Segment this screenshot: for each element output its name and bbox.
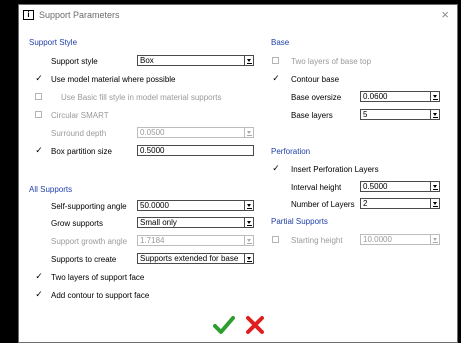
self-supporting-angle-value: 50.0000 bbox=[140, 201, 169, 210]
grow-supports-value: Small only bbox=[140, 218, 177, 227]
number-of-layers-field[interactable]: 2 bbox=[360, 198, 440, 209]
section-all-supports: All Supports bbox=[29, 185, 73, 194]
box-partition-checkbox[interactable]: ✓ bbox=[35, 146, 43, 155]
title-bar[interactable]: i Support Parameters × bbox=[19, 5, 457, 27]
two-layers-top-checkbox[interactable] bbox=[272, 57, 279, 64]
contour-base-label: Contour base bbox=[291, 75, 340, 84]
support-style-label: Support style bbox=[51, 57, 98, 66]
base-oversize-label: Base oversize bbox=[291, 93, 342, 102]
starting-height-field[interactable]: 10.0000 bbox=[360, 234, 440, 245]
insert-perforation-label: Insert Perforation Layers bbox=[291, 165, 379, 174]
grow-supports-select[interactable]: Small only bbox=[137, 217, 254, 228]
chevron-down-icon[interactable] bbox=[430, 110, 439, 119]
two-layers-face-checkbox[interactable]: ✓ bbox=[35, 272, 43, 281]
chevron-down-icon[interactable] bbox=[244, 218, 253, 227]
number-of-layers-value: 2 bbox=[363, 199, 368, 208]
insert-perforation-checkbox[interactable]: ✓ bbox=[272, 164, 280, 173]
basic-fill-label: Use Basic fill style in model material s… bbox=[61, 93, 222, 102]
add-contour-checkbox[interactable]: ✓ bbox=[35, 290, 43, 299]
chevron-down-icon[interactable] bbox=[430, 235, 439, 244]
supports-to-create-label: Supports to create bbox=[51, 255, 117, 264]
support-growth-angle-label: Support growth angle bbox=[51, 237, 128, 246]
surround-depth-label: Surround depth bbox=[51, 129, 107, 138]
interval-height-label: Interval height bbox=[291, 183, 342, 192]
supports-to-create-value: Supports extended for base bbox=[140, 254, 239, 263]
section-perforation: Perforation bbox=[271, 147, 311, 156]
self-supporting-angle-field[interactable]: 50.0000 bbox=[137, 200, 254, 211]
starting-height-checkbox[interactable] bbox=[272, 236, 279, 243]
base-layers-value: 5 bbox=[363, 110, 368, 119]
checkmark-icon bbox=[213, 316, 235, 334]
chevron-down-icon[interactable] bbox=[244, 56, 253, 65]
interval-height-value: 0.5000 bbox=[363, 182, 388, 191]
surround-depth-value: 0.0500 bbox=[140, 128, 165, 137]
box-partition-label: Box partition size bbox=[51, 147, 112, 156]
two-layers-face-label: Two layers of support face bbox=[51, 273, 145, 282]
circular-smart-checkbox[interactable] bbox=[35, 111, 42, 118]
base-layers-label: Base layers bbox=[291, 111, 333, 120]
box-partition-field[interactable]: 0.5000 bbox=[137, 145, 254, 156]
close-button[interactable]: × bbox=[441, 8, 449, 22]
number-of-layers-label: Number of Layers bbox=[291, 200, 355, 209]
section-base: Base bbox=[271, 38, 290, 47]
starting-height-value: 10.0000 bbox=[363, 235, 392, 244]
starting-height-label: Starting height bbox=[291, 236, 343, 245]
section-support-style: Support Style bbox=[29, 38, 78, 47]
interval-height-field[interactable]: 0.5000 bbox=[360, 181, 440, 192]
chevron-down-icon[interactable] bbox=[430, 92, 439, 101]
chevron-down-icon[interactable] bbox=[244, 128, 253, 137]
basic-fill-checkbox[interactable] bbox=[35, 93, 42, 100]
section-partial-supports: Partial Supports bbox=[271, 217, 328, 226]
supports-to-create-select[interactable]: Supports extended for base bbox=[137, 253, 254, 264]
use-model-material-label: Use model material where possible bbox=[51, 75, 176, 84]
app-icon: i bbox=[23, 10, 34, 20]
cancel-button[interactable] bbox=[244, 314, 266, 336]
support-parameters-dialog: i Support Parameters × Support Style Sup… bbox=[18, 4, 458, 343]
window-title: Support Parameters bbox=[39, 10, 120, 20]
surround-depth-field[interactable]: 0.0500 bbox=[137, 127, 254, 138]
base-oversize-value: 0.0600 bbox=[363, 92, 388, 101]
chevron-down-icon[interactable] bbox=[430, 182, 439, 191]
support-growth-angle-field[interactable]: 1.7184 bbox=[137, 235, 254, 246]
ok-button[interactable] bbox=[213, 314, 235, 336]
add-contour-label: Add contour to support face bbox=[51, 291, 150, 300]
use-model-material-checkbox[interactable]: ✓ bbox=[35, 74, 43, 83]
box-partition-value: 0.5000 bbox=[140, 146, 165, 155]
grow-supports-label: Grow supports bbox=[51, 219, 104, 228]
base-layers-field[interactable]: 5 bbox=[360, 109, 440, 120]
chevron-down-icon[interactable] bbox=[430, 199, 439, 208]
circular-smart-label: Circular SMART bbox=[51, 111, 109, 120]
support-style-value: Box bbox=[140, 56, 154, 65]
cross-icon bbox=[246, 316, 264, 334]
support-style-select[interactable]: Box bbox=[137, 55, 254, 66]
chevron-down-icon[interactable] bbox=[244, 201, 253, 210]
chevron-down-icon[interactable] bbox=[244, 236, 253, 245]
contour-base-checkbox[interactable]: ✓ bbox=[272, 74, 280, 83]
support-growth-angle-value: 1.7184 bbox=[140, 236, 165, 245]
self-supporting-angle-label: Self-supporting angle bbox=[51, 202, 127, 211]
base-oversize-field[interactable]: 0.0600 bbox=[360, 91, 440, 102]
chevron-down-icon[interactable] bbox=[244, 254, 253, 263]
two-layers-top-label: Two layers of base top bbox=[291, 57, 372, 66]
